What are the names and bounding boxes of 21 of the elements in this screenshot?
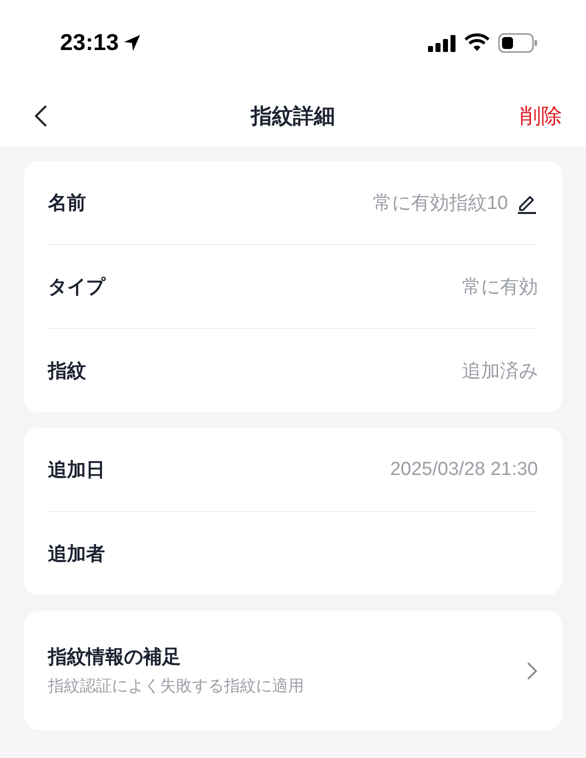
field-value: 追加済み <box>462 360 538 384</box>
location-arrow-icon <box>122 34 141 52</box>
signal-icon <box>428 34 456 52</box>
field-label: 名前 <box>48 192 86 216</box>
field-value: 常に有効指紋10 <box>372 192 508 216</box>
item-subtitle: 指紋認証によく失敗する指紋に適用 <box>48 676 304 697</box>
field-value: 2025/03/28 21:30 <box>390 458 538 480</box>
page-title: 指紋詳細 <box>251 104 335 130</box>
field-value: 常に有効 <box>462 276 538 300</box>
back-button[interactable] <box>34 104 48 128</box>
field-label: 追加日 <box>48 458 105 482</box>
item-title: 指紋情報の補足 <box>48 646 182 670</box>
field-label: 追加者 <box>48 542 105 566</box>
delete-button[interactable]: 削除 <box>520 102 562 130</box>
status-time: 23:13 <box>60 29 119 56</box>
field-label: 指紋 <box>48 360 86 384</box>
wifi-icon <box>464 33 490 52</box>
chevron-right-icon <box>526 660 538 680</box>
battery-icon <box>498 32 538 52</box>
fingerprint-info-item[interactable]: 指紋情報の補足 指紋認証によく失敗する指紋に適用 <box>48 611 538 730</box>
field-label: タイプ <box>48 276 105 300</box>
